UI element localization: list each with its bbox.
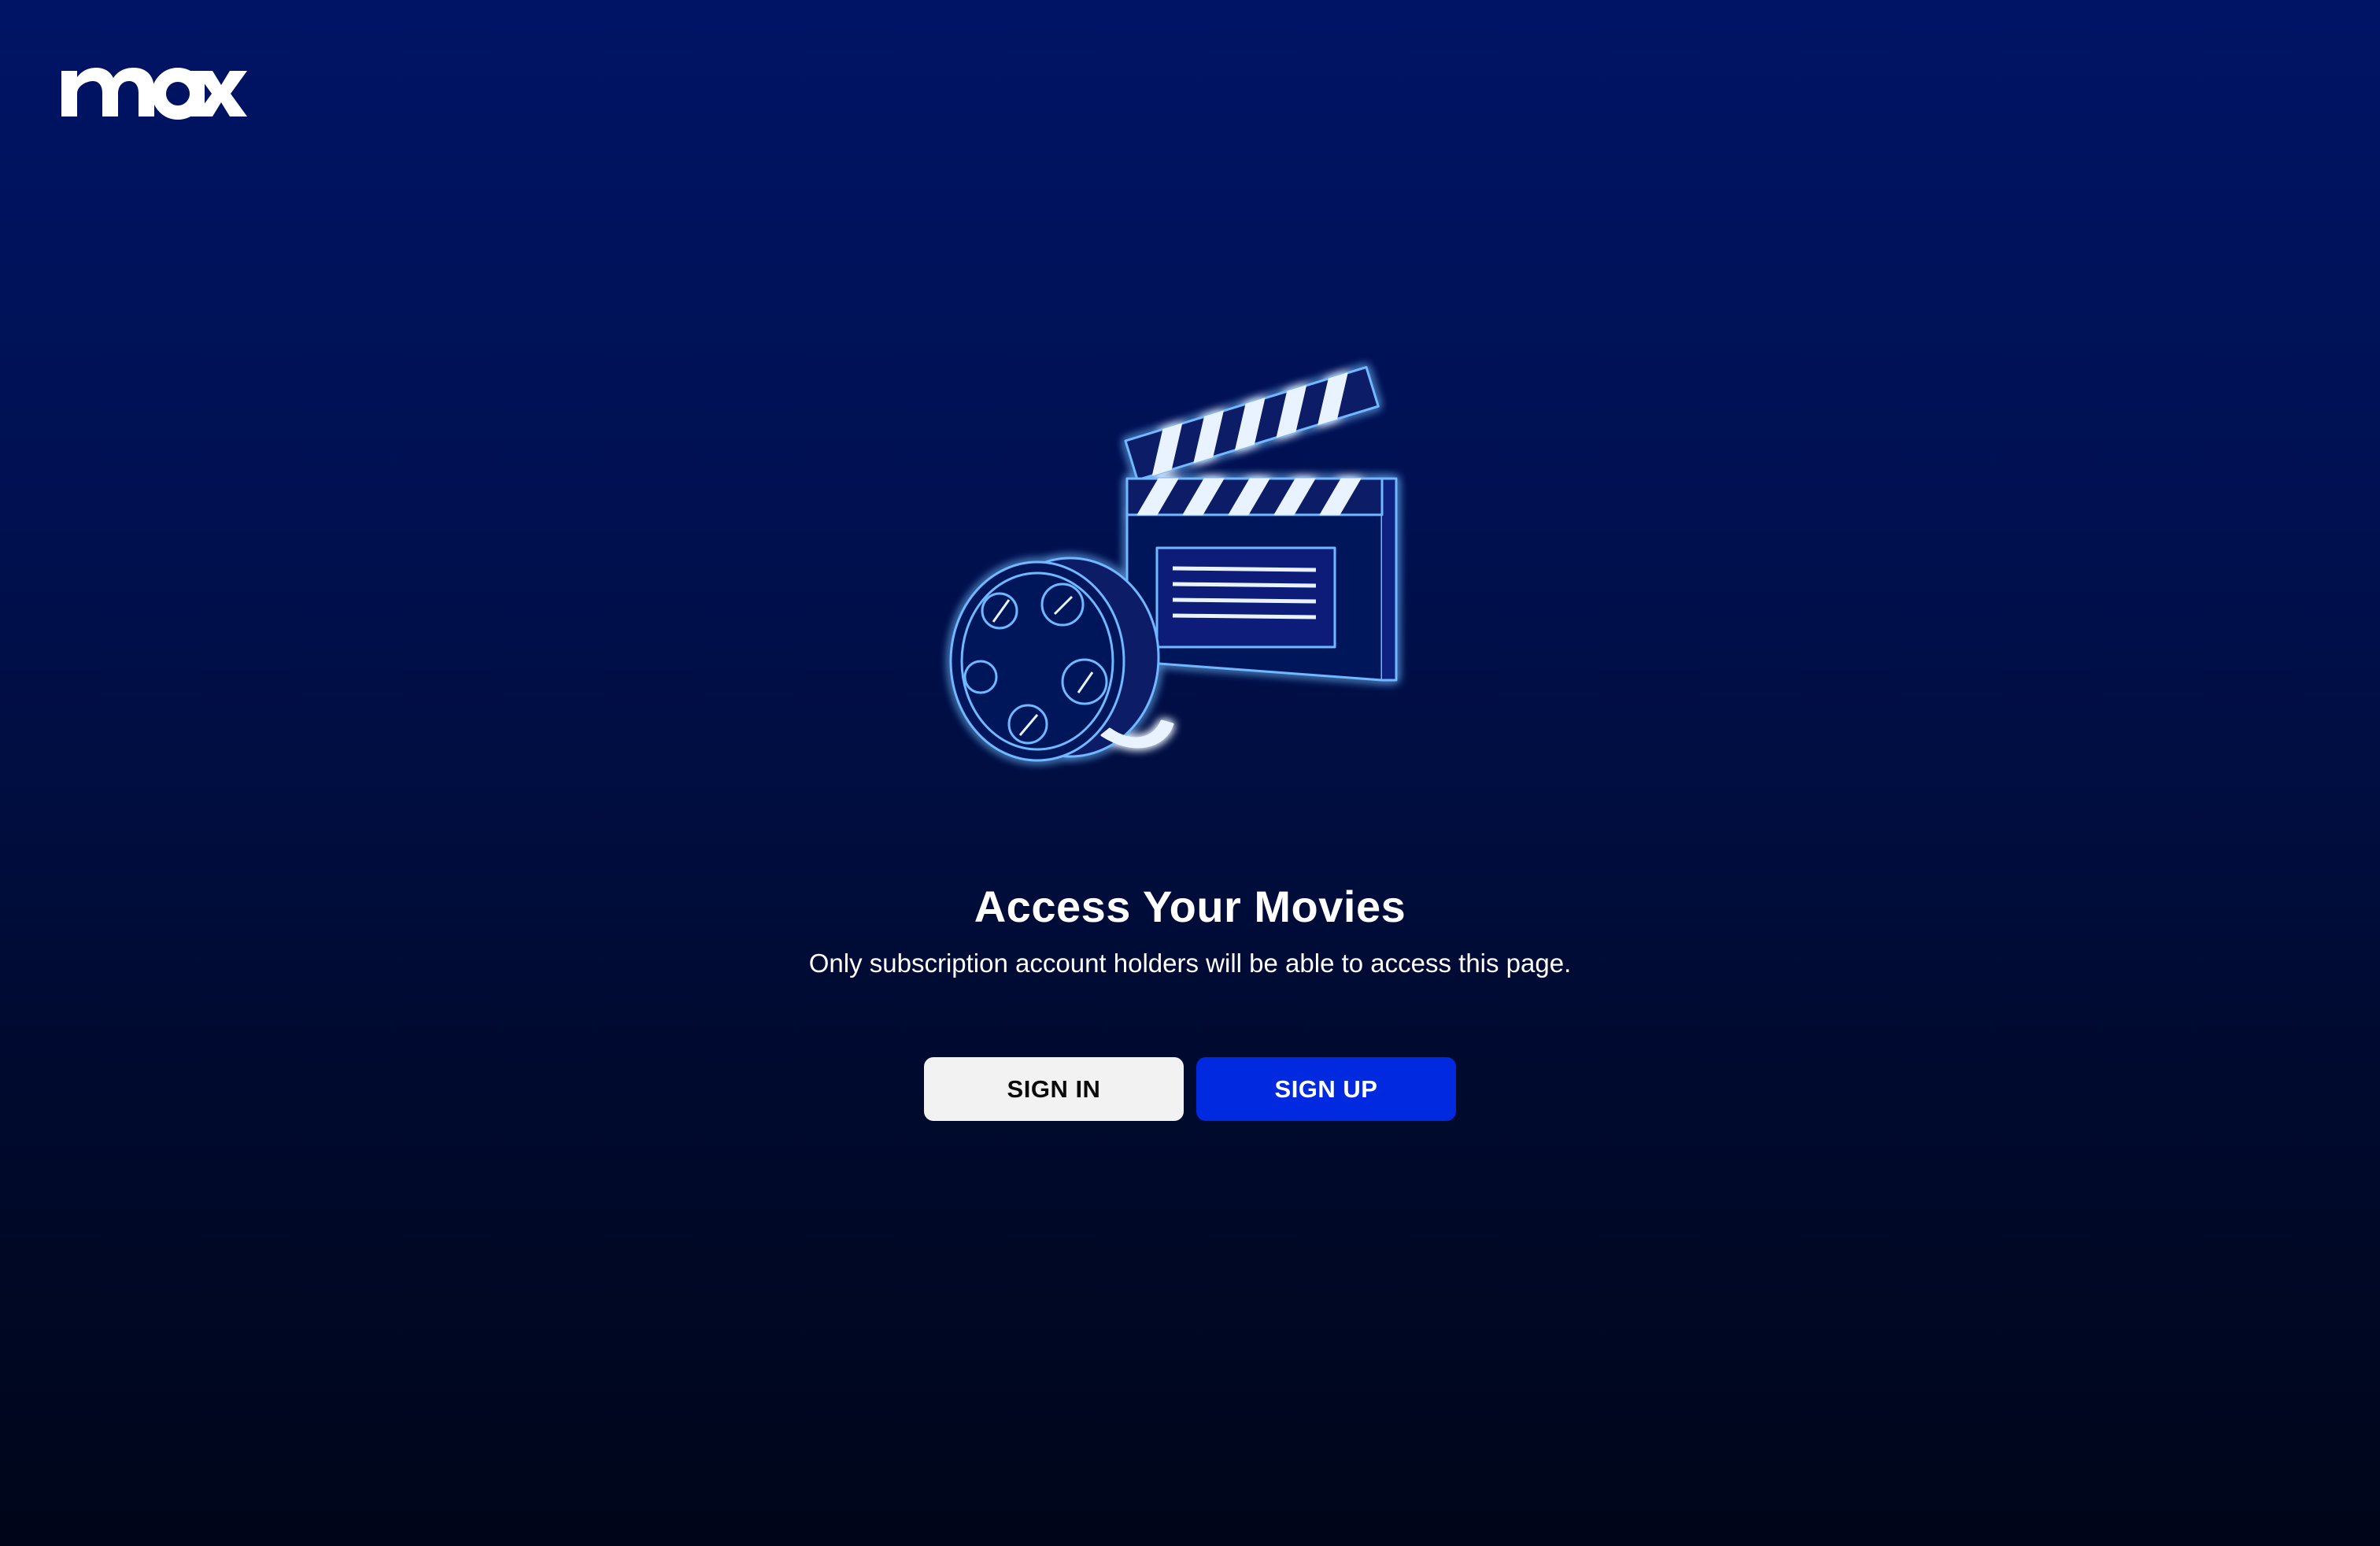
auth-actions: SIGN IN SIGN UP — [924, 1057, 1456, 1121]
page-title: Access Your Movies — [974, 882, 1406, 931]
max-logo-icon — [61, 68, 247, 120]
page-subtitle: Only subscription account holders will b… — [808, 949, 1572, 978]
max-logo[interactable] — [60, 55, 249, 124]
sign-up-button[interactable]: SIGN UP — [1196, 1057, 1456, 1121]
sign-in-button[interactable]: SIGN IN — [924, 1057, 1184, 1121]
movie-clapperboard-film-reel-icon — [937, 346, 1401, 787]
